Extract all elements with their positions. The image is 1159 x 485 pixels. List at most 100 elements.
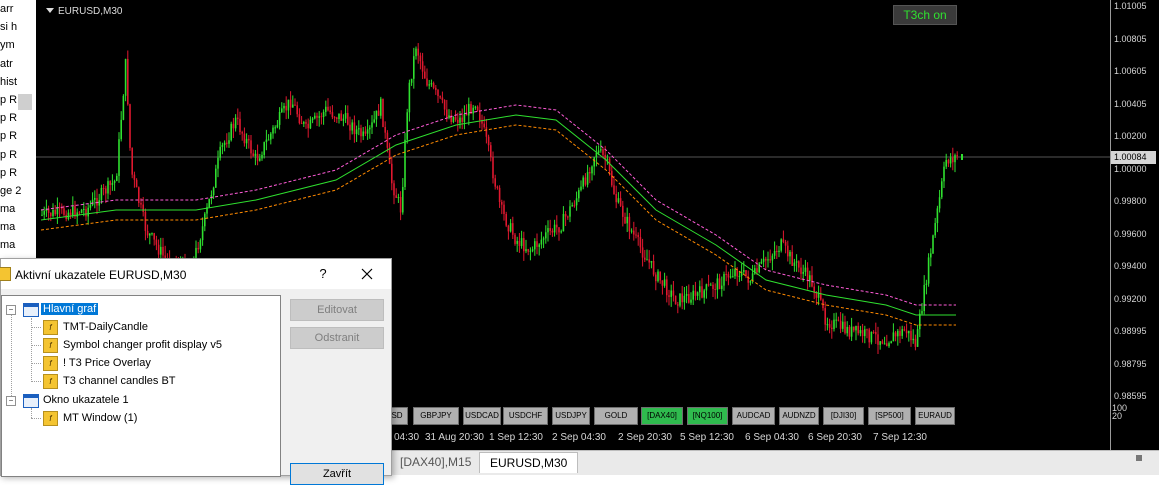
candle-body	[894, 332, 897, 337]
navigator-item[interactable]: ym	[0, 36, 36, 54]
navigator-item[interactable]: ma	[0, 236, 36, 254]
navigator-item[interactable]: hist	[0, 73, 36, 91]
candle-body	[529, 250, 532, 252]
navigator-item[interactable]: ma	[0, 218, 36, 236]
candle-body	[611, 170, 613, 186]
candle-body	[835, 319, 837, 321]
symbol-button[interactable]: GBPJPY	[413, 407, 459, 425]
close-icon[interactable]	[356, 263, 378, 285]
price-tick-label: 1.00805	[1114, 33, 1147, 44]
candle-body	[589, 172, 591, 174]
tree-item-indicator[interactable]: MT Window (1)	[63, 410, 137, 426]
navigator-item[interactable]: p R	[0, 164, 36, 182]
candle-body	[102, 187, 105, 189]
time-tick-label: 5 Sep 12:30	[680, 432, 734, 443]
tab-dax40-m15[interactable]: [DAX40],M15	[390, 452, 481, 472]
t3-channel-toggle-button[interactable]: T3ch on	[893, 5, 957, 25]
candle-body	[916, 329, 919, 347]
candle-body	[430, 83, 433, 85]
tree-item-indicator[interactable]: T3 channel candles BT	[63, 373, 176, 389]
tab-scroll-marker[interactable]	[1136, 455, 1142, 461]
candle-body	[439, 96, 441, 98]
candle-body	[483, 123, 485, 128]
navigator-item[interactable]: ma	[0, 200, 36, 218]
candle-body	[476, 106, 479, 111]
navigator-item[interactable]: ge 2	[0, 182, 36, 200]
edit-button[interactable]: Editovat	[290, 299, 384, 321]
candle-body	[710, 284, 712, 286]
symbol-button[interactable]: AUDNZD	[779, 407, 819, 425]
navigator-scrollbar[interactable]	[18, 94, 32, 110]
candle-body	[650, 260, 653, 263]
candle-body	[501, 202, 503, 205]
navigator-item[interactable]: p R	[0, 127, 36, 145]
candle-body	[870, 331, 873, 343]
candle-body	[437, 90, 439, 97]
candle-body	[866, 329, 868, 331]
candle-body	[659, 271, 661, 281]
symbol-button[interactable]: [DAX40]	[641, 407, 683, 425]
tree-item-indicator[interactable]: Symbol changer profit display v5	[63, 337, 222, 353]
candle-body	[927, 257, 930, 284]
candle-body	[811, 275, 813, 287]
price-tick-label: 0.98595	[1114, 391, 1147, 401]
candle-body	[373, 119, 375, 123]
candle-body	[490, 145, 492, 158]
symbol-button[interactable]: USDJPY	[552, 407, 590, 425]
symbol-button[interactable]: GOLD	[594, 407, 638, 425]
symbol-button[interactable]: [DJI30]	[823, 407, 864, 425]
dialog-titlebar[interactable]: Aktivní ukazatele EURUSD,M30 ?	[0, 259, 391, 289]
candle-body	[514, 234, 516, 244]
symbol-button[interactable]: USDCAD	[463, 407, 501, 425]
candle-body	[551, 230, 554, 233]
candle-body	[657, 271, 659, 282]
candle-body	[113, 180, 116, 183]
candle-body	[232, 123, 235, 129]
candle-body	[725, 274, 727, 276]
symbol-button[interactable]: [NQ100]	[687, 407, 728, 425]
collapse-subwindow-icon[interactable]: −	[6, 396, 16, 406]
candle-body	[855, 326, 857, 331]
help-button[interactable]: ?	[313, 264, 333, 284]
chart-menu-icon[interactable]	[46, 8, 54, 13]
candle-body	[96, 197, 98, 206]
symbol-button[interactable]: EURAUD	[915, 407, 955, 425]
candle-body	[639, 237, 642, 248]
navigator-item[interactable]: p R	[0, 146, 36, 164]
candle-body	[738, 275, 741, 277]
collapse-main-icon[interactable]: −	[6, 305, 16, 315]
price-tick-label: 1.00000	[1114, 163, 1147, 174]
candle-body	[905, 330, 908, 334]
price-tick-label: 0.98795	[1114, 358, 1147, 369]
symbol-button[interactable]: USDCHF	[503, 407, 548, 425]
tree-node-subwindow[interactable]: Okno ukazatele 1	[43, 392, 129, 408]
candle-body	[595, 152, 598, 158]
candle-body	[806, 267, 809, 281]
candle-body	[380, 98, 382, 116]
close-button[interactable]: Zavřít	[290, 463, 384, 485]
navigator-item[interactable]: atr	[0, 55, 36, 73]
candle-body	[446, 109, 448, 118]
candle-body	[241, 132, 243, 134]
candle-body	[85, 209, 87, 217]
symbol-button[interactable]: AUDCAD	[732, 407, 775, 425]
candle-body	[666, 279, 668, 296]
candle-body	[846, 326, 848, 334]
candle-body	[857, 326, 859, 334]
navigator-item[interactable]: arr	[0, 0, 36, 18]
tree-node-main-chart[interactable]: Hlavní graf	[41, 301, 99, 317]
tree-guide	[31, 327, 41, 328]
tree-guide	[31, 381, 41, 382]
candle-body	[197, 247, 199, 250]
navigator-item[interactable]: si h	[0, 18, 36, 36]
navigator-item[interactable]: p R	[0, 109, 36, 127]
remove-button[interactable]: Odstranit	[290, 327, 384, 349]
candle-body	[316, 115, 318, 118]
candle-body	[712, 284, 714, 290]
tree-item-indicator[interactable]: TMT-DailyCandle	[63, 319, 148, 335]
chart-title[interactable]: EURUSD,M30	[46, 6, 122, 17]
candle-body	[531, 249, 534, 251]
tree-item-indicator[interactable]: ! T3 Price Overlay	[63, 355, 151, 371]
tab-eurusd-m30[interactable]: EURUSD,M30	[479, 452, 579, 473]
symbol-button[interactable]: [SP500]	[868, 407, 911, 425]
